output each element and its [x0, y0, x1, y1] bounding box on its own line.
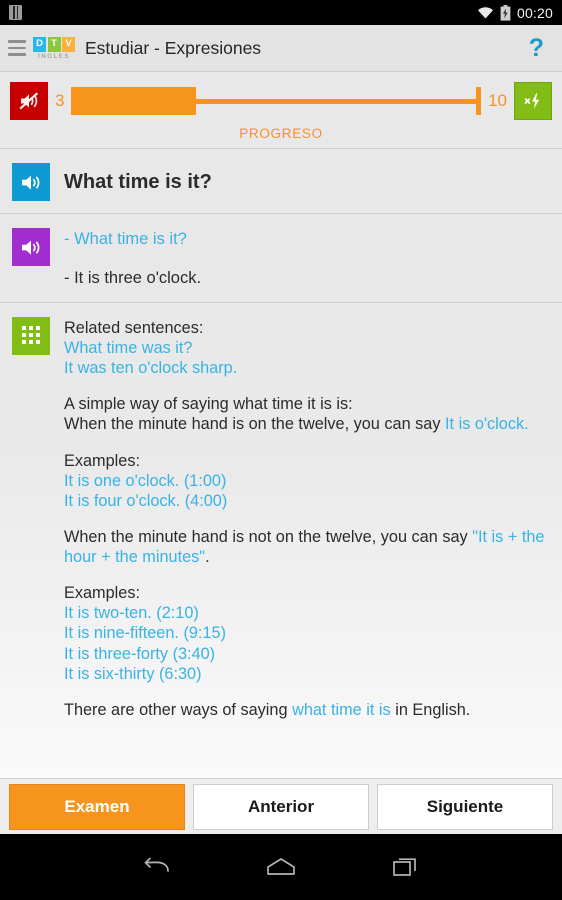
- next-button[interactable]: Siguiente: [377, 783, 553, 830]
- logo-letter-d: D: [33, 36, 46, 52]
- mute-audio-button[interactable]: [10, 82, 48, 120]
- closing-black-2: in English.: [390, 700, 471, 719]
- example-2-b: It is nine-fifteen. (9:15): [64, 624, 226, 643]
- progress-current: 3: [55, 91, 65, 110]
- bottom-button-bar: Examen Anterior Siguiente: [0, 778, 562, 834]
- question-body: What time is it?: [64, 163, 550, 201]
- progress-end-tick: [476, 87, 482, 115]
- examples-1-heading: Examples:: [64, 451, 141, 470]
- explanation-2-black: When the minute hand is not on the twelv…: [64, 527, 473, 546]
- progress-row: 3 10: [10, 82, 552, 120]
- app-header: D T V INGLES Estudiar - Expresiones ?: [0, 25, 562, 72]
- explanation-2-tail: .: [205, 548, 210, 566]
- previous-button[interactable]: Anterior: [193, 783, 369, 830]
- speaker-icon: [22, 175, 40, 190]
- keypad-button[interactable]: [12, 316, 50, 355]
- recents-button[interactable]: [392, 856, 418, 878]
- example-2-c: It is three-forty (3:40): [64, 644, 216, 663]
- multiply-lightning-icon: [524, 93, 540, 109]
- example-2-d: It is six-thirty (6:30): [64, 664, 202, 683]
- related-sentence-2: It was ten o'clock sharp.: [64, 359, 238, 378]
- speaker-icon: [22, 240, 40, 255]
- back-button[interactable]: [144, 856, 170, 878]
- recent-apps-icon: [393, 858, 416, 876]
- status-bar-right: 00:20: [477, 4, 553, 21]
- hamburger-menu-icon[interactable]: [4, 37, 30, 59]
- related-body: Related sentences: What time was it? It …: [64, 317, 550, 720]
- boost-button[interactable]: [514, 82, 552, 120]
- app-root: 00:20 D T V INGLES Estudiar - Expresione…: [0, 0, 562, 900]
- question-text: What time is it?: [64, 171, 212, 193]
- wifi-icon: [477, 7, 493, 19]
- closing-blue: what time it is: [292, 700, 391, 719]
- dialogue-question: - What time is it?: [64, 230, 187, 248]
- dialogue-body: - What time is it? - It is three o'clock…: [64, 228, 550, 290]
- home-icon: [267, 858, 295, 875]
- explanation-1-blue: It is o'clock.: [445, 415, 529, 434]
- lesson-content: What time is it? - What time is it? - It…: [0, 149, 562, 778]
- speaker-muted-icon: [19, 92, 39, 110]
- related-sentence-1: What time was it?: [64, 339, 193, 357]
- explanation-1-line-1: A simple way of saying what time it is i…: [64, 395, 353, 414]
- status-bar-clock: 00:20: [516, 4, 553, 21]
- help-button[interactable]: ?: [525, 35, 548, 61]
- dialogue-block: - What time is it? - It is three o'clock…: [0, 213, 562, 302]
- logo-letter-t: T: [47, 36, 61, 52]
- explanation-1-black: When the minute hand is on the twelve, y…: [64, 415, 446, 434]
- closing-black-1: There are other ways of saying: [64, 700, 293, 719]
- explanation-1-line-2: When the minute hand is on the twelve, y…: [64, 414, 550, 434]
- play-dialogue-audio-button[interactable]: [12, 228, 50, 266]
- battery-charging-icon: [500, 4, 511, 21]
- related-heading: Related sentences:: [64, 318, 204, 337]
- closing-line: There are other ways of saying what time…: [64, 700, 550, 720]
- play-question-audio-button[interactable]: [12, 163, 50, 201]
- app-logo: D T V INGLES: [33, 36, 75, 60]
- logo-subtitle: INGLES: [38, 53, 70, 60]
- progress-section: 3 10 PROGRESO: [0, 72, 562, 149]
- example-1-a: It is one o'clock. (1:00): [64, 471, 227, 490]
- progress-fill: [71, 87, 197, 115]
- exam-button[interactable]: Examen: [9, 783, 185, 830]
- example-2-a: It is two-ten. (2:10): [64, 604, 199, 623]
- keypad-grid-icon: [22, 325, 40, 344]
- logo-letter-v: V: [62, 36, 75, 52]
- progress-track[interactable]: [71, 82, 482, 120]
- related-block: Related sentences: What time was it? It …: [0, 301, 562, 732]
- example-1-b: It is four o'clock. (4:00): [64, 491, 228, 510]
- android-status-bar: 00:20: [0, 0, 562, 25]
- dialogue-answer: - It is three o'clock.: [64, 269, 202, 288]
- progress-label: PROGRESO: [239, 126, 323, 141]
- progress-total: 10: [488, 91, 507, 110]
- explanation-2: When the minute hand is not on the twelv…: [64, 527, 550, 567]
- examples-2-heading: Examples:: [64, 584, 141, 603]
- page-title: Estudiar - Expresiones: [85, 37, 262, 58]
- status-bar-left: [9, 5, 22, 20]
- logo-squares: D T V: [33, 36, 75, 52]
- back-icon: [144, 857, 169, 872]
- android-nav-bar: [0, 834, 562, 900]
- question-block: What time is it?: [0, 149, 562, 213]
- home-button[interactable]: [266, 856, 296, 878]
- sim-card-icon: [9, 5, 22, 20]
